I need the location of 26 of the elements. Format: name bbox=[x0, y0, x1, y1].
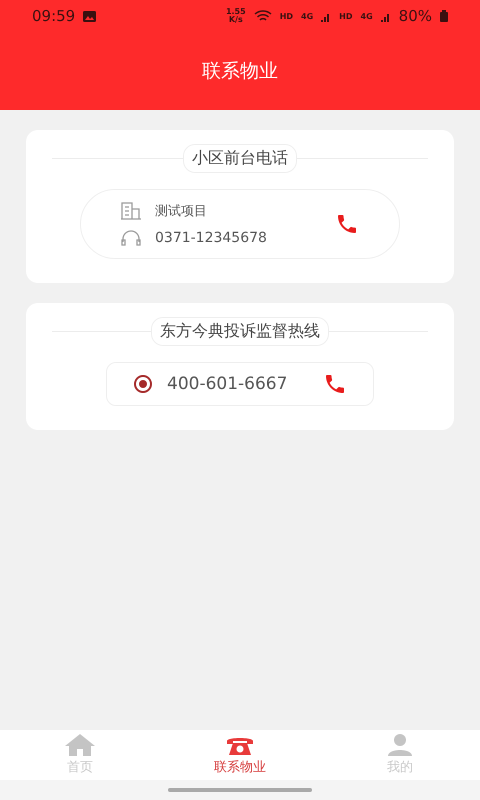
clock: 09:59 bbox=[32, 7, 76, 25]
building-icon bbox=[121, 202, 141, 220]
phone-icon[interactable] bbox=[335, 212, 359, 236]
speed-unit: K/s bbox=[228, 16, 243, 24]
person-icon bbox=[385, 734, 415, 756]
phone-number: 0371-12345678 bbox=[155, 230, 267, 246]
wifi-icon bbox=[254, 10, 272, 22]
section-title: 东方今典投诉监督热线 bbox=[151, 317, 329, 346]
headset-icon bbox=[121, 230, 141, 246]
image-icon bbox=[83, 10, 96, 22]
project-name: 测试项目 bbox=[155, 203, 207, 220]
home-icon bbox=[65, 734, 95, 756]
hd-label: HD bbox=[339, 12, 353, 20]
phone-icon[interactable] bbox=[323, 372, 347, 396]
page-title: 联系物业 bbox=[202, 59, 278, 84]
network-speed: 1.55 bbox=[226, 8, 246, 16]
phone-number: 400-601-6667 bbox=[167, 374, 288, 394]
hd-label: HD bbox=[280, 12, 294, 20]
network-type: 4G bbox=[360, 12, 373, 20]
contact-item[interactable]: 400-601-6667 bbox=[106, 362, 374, 406]
tab[interactable]: 联系物业 bbox=[160, 730, 320, 780]
battery-icon bbox=[440, 10, 448, 22]
contact-item[interactable]: 测试项目 0371-12345678 bbox=[80, 189, 400, 259]
network-type: 4G bbox=[301, 12, 314, 20]
section-title: 小区前台电话 bbox=[183, 144, 297, 173]
battery-level: 80% bbox=[398, 7, 432, 25]
